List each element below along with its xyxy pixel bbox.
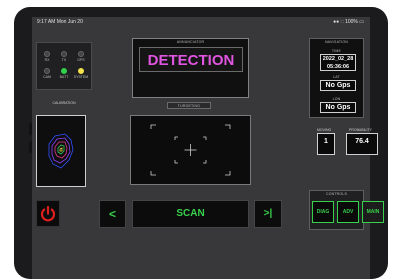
diag-button[interactable]: DIAG <box>312 201 334 223</box>
annunciator-panel: ANNUNCIATOR DETECTION <box>132 38 249 98</box>
lon-label: LON <box>332 97 341 101</box>
adv-button[interactable]: ADV <box>337 201 359 223</box>
navigation-title: NAVIGATION <box>324 40 349 44</box>
time-label: TIME <box>331 49 342 53</box>
led-label-gps: GPS <box>77 58 85 62</box>
detection-message: DETECTION <box>139 47 243 72</box>
navigation-panel: NAVIGATION TIME 2022_02_28 05:36:06 LAT … <box>309 38 364 118</box>
led-tx <box>61 51 67 57</box>
led-system <box>78 68 84 74</box>
lat-label: LAT <box>333 75 340 79</box>
next-button[interactable]: >| <box>254 200 282 228</box>
calibration-panel <box>36 115 86 187</box>
probability-label: PROBABILITY <box>349 128 372 132</box>
led-label-cam: CAM <box>43 75 51 79</box>
status-time: 9:17 AM Mon Jun 20 <box>37 19 83 25</box>
led-label-system: SYSTEM <box>73 75 89 79</box>
scan-button[interactable]: SCAN <box>132 200 249 228</box>
moving-value: 1 <box>317 133 335 155</box>
status-panel: RX TX GPS CAM BATT SYSTEM <box>36 42 92 90</box>
time-date: 2022_02_28 <box>322 56 354 62</box>
controls-title: CONTROLS <box>325 192 348 196</box>
targeting-title: TURGETING <box>177 104 201 108</box>
lon-value: No Gps <box>320 102 356 113</box>
prev-button[interactable]: < <box>99 200 126 228</box>
calibration-title: CALIBRATION <box>52 101 76 105</box>
status-indicators: ●● ∷ 100% ▭ <box>333 19 364 25</box>
annunciator-title: ANNUNCIATOR <box>176 40 205 44</box>
led-batt <box>61 68 67 74</box>
lat-value: No Gps <box>320 80 356 91</box>
main-button[interactable]: MAIN <box>362 201 384 223</box>
targeting-label-box: TURGETING <box>167 102 211 109</box>
led-cam <box>44 68 50 74</box>
power-icon <box>40 205 56 222</box>
time-clock: 05:36:06 <box>326 63 350 70</box>
moving-label: MOVING <box>317 128 332 132</box>
led-label-rx: RX <box>44 58 50 62</box>
led-label-batt: BATT <box>59 75 69 79</box>
led-label-tx: TX <box>61 58 67 62</box>
targeting-view[interactable] <box>130 115 251 185</box>
time-display: 2022_02_28 05:36:06 <box>320 54 356 71</box>
status-bar: 9:17 AM Mon Jun 20 ●● ∷ 100% ▭ <box>32 17 370 27</box>
led-rx <box>44 51 50 57</box>
calibration-plot <box>48 133 74 169</box>
reticle <box>150 124 231 176</box>
probability-value: 76.4 <box>346 133 378 155</box>
power-button[interactable] <box>36 200 60 227</box>
led-gps <box>78 51 84 57</box>
